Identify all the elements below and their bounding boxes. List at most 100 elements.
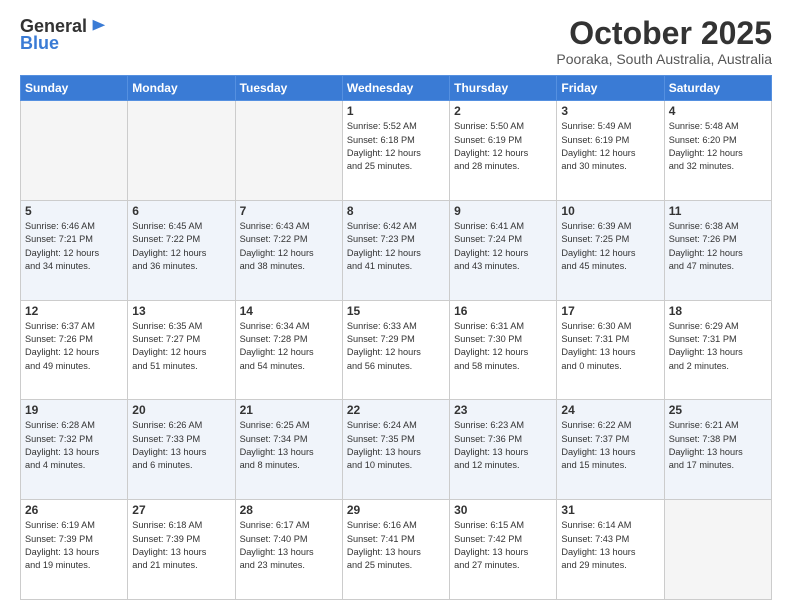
day-info: Sunrise: 6:30 AM Sunset: 7:31 PM Dayligh… (561, 320, 659, 373)
table-row: 18 Sunrise: 6:29 AM Sunset: 7:31 PM Dayli… (664, 300, 771, 400)
location-text: Pooraka, South Australia, Australia (556, 51, 772, 67)
day-info: Sunrise: 6:26 AM Sunset: 7:33 PM Dayligh… (132, 419, 230, 472)
table-row: 19 Sunrise: 6:28 AM Sunset: 7:32 PM Dayli… (21, 400, 128, 500)
day-number: 21 (240, 403, 338, 417)
title-area: October 2025 Pooraka, South Australia, A… (556, 16, 772, 67)
table-row: 28Sunrise: 6:17 AM Sunset: 7:40 PM Dayli… (235, 500, 342, 600)
day-info: Sunrise: 6:42 AM Sunset: 7:23 PM Dayligh… (347, 220, 445, 273)
day-info: Sunrise: 6:38 AM Sunset: 7:26 PM Dayligh… (669, 220, 767, 273)
day-number: 17 (561, 304, 659, 318)
day-number: 23 (454, 403, 552, 417)
table-row: 22 Sunrise: 6:24 AM Sunset: 7:35 PM Dayli… (342, 400, 449, 500)
table-row: 6 Sunrise: 6:45 AM Sunset: 7:22 PM Daylig… (128, 200, 235, 300)
table-row: 23 Sunrise: 6:23 AM Sunset: 7:36 PM Dayli… (450, 400, 557, 500)
table-row: 9 Sunrise: 6:41 AM Sunset: 7:24 PM Daylig… (450, 200, 557, 300)
day-number: 30 (454, 503, 552, 517)
day-number: 25 (669, 403, 767, 417)
header: General Blue October 2025 Pooraka, South… (20, 16, 772, 67)
day-number: 3 (561, 104, 659, 118)
day-info: Sunrise: 6:14 AM Sunset: 7:43 PM Dayligh… (561, 519, 659, 572)
day-info: Sunrise: 5:50 AM Sunset: 6:19 PM Dayligh… (454, 120, 552, 173)
day-info: Sunrise: 6:46 AM Sunset: 7:21 PM Dayligh… (25, 220, 123, 273)
logo-blue-text: Blue (20, 33, 59, 54)
calendar-week-4: 19 Sunrise: 6:28 AM Sunset: 7:32 PM Dayli… (21, 400, 772, 500)
table-row: 13 Sunrise: 6:35 AM Sunset: 7:27 PM Dayli… (128, 300, 235, 400)
table-row: 4 Sunrise: 5:48 AM Sunset: 6:20 PM Daylig… (664, 101, 771, 201)
calendar-week-2: 5Sunrise: 6:46 AM Sunset: 7:21 PM Daylig… (21, 200, 772, 300)
day-info: Sunrise: 6:19 AM Sunset: 7:39 PM Dayligh… (25, 519, 123, 572)
day-number: 8 (347, 204, 445, 218)
day-info: Sunrise: 6:34 AM Sunset: 7:28 PM Dayligh… (240, 320, 338, 373)
day-info: Sunrise: 5:48 AM Sunset: 6:20 PM Dayligh… (669, 120, 767, 173)
table-row: 20 Sunrise: 6:26 AM Sunset: 7:33 PM Dayli… (128, 400, 235, 500)
day-number: 20 (132, 403, 230, 417)
table-row: 17 Sunrise: 6:30 AM Sunset: 7:31 PM Dayli… (557, 300, 664, 400)
table-row (664, 500, 771, 600)
day-info: Sunrise: 6:15 AM Sunset: 7:42 PM Dayligh… (454, 519, 552, 572)
table-row: 7Sunrise: 6:43 AM Sunset: 7:22 PM Daylig… (235, 200, 342, 300)
day-info: Sunrise: 6:17 AM Sunset: 7:40 PM Dayligh… (240, 519, 338, 572)
day-number: 19 (25, 403, 123, 417)
header-monday: Monday (128, 76, 235, 101)
weekday-header-row: Sunday Monday Tuesday Wednesday Thursday… (21, 76, 772, 101)
day-info: Sunrise: 6:18 AM Sunset: 7:39 PM Dayligh… (132, 519, 230, 572)
day-number: 12 (25, 304, 123, 318)
day-number: 15 (347, 304, 445, 318)
table-row: 11 Sunrise: 6:38 AM Sunset: 7:26 PM Dayli… (664, 200, 771, 300)
table-row: 27 Sunrise: 6:18 AM Sunset: 7:39 PM Dayli… (128, 500, 235, 600)
header-wednesday: Wednesday (342, 76, 449, 101)
day-info: Sunrise: 5:52 AM Sunset: 6:18 PM Dayligh… (347, 120, 445, 173)
calendar-week-1: 1Sunrise: 5:52 AM Sunset: 6:18 PM Daylig… (21, 101, 772, 201)
day-info: Sunrise: 6:28 AM Sunset: 7:32 PM Dayligh… (25, 419, 123, 472)
table-row: 14Sunrise: 6:34 AM Sunset: 7:28 PM Dayli… (235, 300, 342, 400)
day-info: Sunrise: 6:41 AM Sunset: 7:24 PM Dayligh… (454, 220, 552, 273)
day-number: 29 (347, 503, 445, 517)
table-row: 5Sunrise: 6:46 AM Sunset: 7:21 PM Daylig… (21, 200, 128, 300)
table-row: 24 Sunrise: 6:22 AM Sunset: 7:37 PM Dayli… (557, 400, 664, 500)
day-info: Sunrise: 6:31 AM Sunset: 7:30 PM Dayligh… (454, 320, 552, 373)
calendar-table: Sunday Monday Tuesday Wednesday Thursday… (20, 75, 772, 600)
day-number: 13 (132, 304, 230, 318)
header-friday: Friday (557, 76, 664, 101)
table-row: 3 Sunrise: 5:49 AM Sunset: 6:19 PM Daylig… (557, 101, 664, 201)
table-row: 1Sunrise: 5:52 AM Sunset: 6:18 PM Daylig… (342, 101, 449, 201)
day-info: Sunrise: 6:45 AM Sunset: 7:22 PM Dayligh… (132, 220, 230, 273)
day-number: 24 (561, 403, 659, 417)
logo: General Blue (20, 16, 107, 54)
day-info: Sunrise: 6:35 AM Sunset: 7:27 PM Dayligh… (132, 320, 230, 373)
day-number: 9 (454, 204, 552, 218)
day-number: 10 (561, 204, 659, 218)
day-info: Sunrise: 6:23 AM Sunset: 7:36 PM Dayligh… (454, 419, 552, 472)
table-row: 30 Sunrise: 6:15 AM Sunset: 7:42 PM Dayli… (450, 500, 557, 600)
day-info: Sunrise: 6:25 AM Sunset: 7:34 PM Dayligh… (240, 419, 338, 472)
day-number: 22 (347, 403, 445, 417)
day-number: 16 (454, 304, 552, 318)
day-number: 6 (132, 204, 230, 218)
day-info: Sunrise: 5:49 AM Sunset: 6:19 PM Dayligh… (561, 120, 659, 173)
day-number: 18 (669, 304, 767, 318)
day-number: 31 (561, 503, 659, 517)
day-number: 4 (669, 104, 767, 118)
month-title: October 2025 (556, 16, 772, 51)
day-info: Sunrise: 6:21 AM Sunset: 7:38 PM Dayligh… (669, 419, 767, 472)
day-number: 27 (132, 503, 230, 517)
page: General Blue October 2025 Pooraka, South… (0, 0, 792, 612)
table-row: 12Sunrise: 6:37 AM Sunset: 7:26 PM Dayli… (21, 300, 128, 400)
day-info: Sunrise: 6:29 AM Sunset: 7:31 PM Dayligh… (669, 320, 767, 373)
day-number: 26 (25, 503, 123, 517)
table-row: 8 Sunrise: 6:42 AM Sunset: 7:23 PM Daylig… (342, 200, 449, 300)
calendar-week-3: 12Sunrise: 6:37 AM Sunset: 7:26 PM Dayli… (21, 300, 772, 400)
day-number: 11 (669, 204, 767, 218)
table-row: 2 Sunrise: 5:50 AM Sunset: 6:19 PM Daylig… (450, 101, 557, 201)
day-info: Sunrise: 6:43 AM Sunset: 7:22 PM Dayligh… (240, 220, 338, 273)
table-row: 29 Sunrise: 6:16 AM Sunset: 7:41 PM Dayli… (342, 500, 449, 600)
day-number: 2 (454, 104, 552, 118)
day-info: Sunrise: 6:16 AM Sunset: 7:41 PM Dayligh… (347, 519, 445, 572)
header-saturday: Saturday (664, 76, 771, 101)
table-row: 10Sunrise: 6:39 AM Sunset: 7:25 PM Dayli… (557, 200, 664, 300)
day-info: Sunrise: 6:24 AM Sunset: 7:35 PM Dayligh… (347, 419, 445, 472)
header-tuesday: Tuesday (235, 76, 342, 101)
header-thursday: Thursday (450, 76, 557, 101)
day-info: Sunrise: 6:22 AM Sunset: 7:37 PM Dayligh… (561, 419, 659, 472)
table-row: 26 Sunrise: 6:19 AM Sunset: 7:39 PM Dayli… (21, 500, 128, 600)
